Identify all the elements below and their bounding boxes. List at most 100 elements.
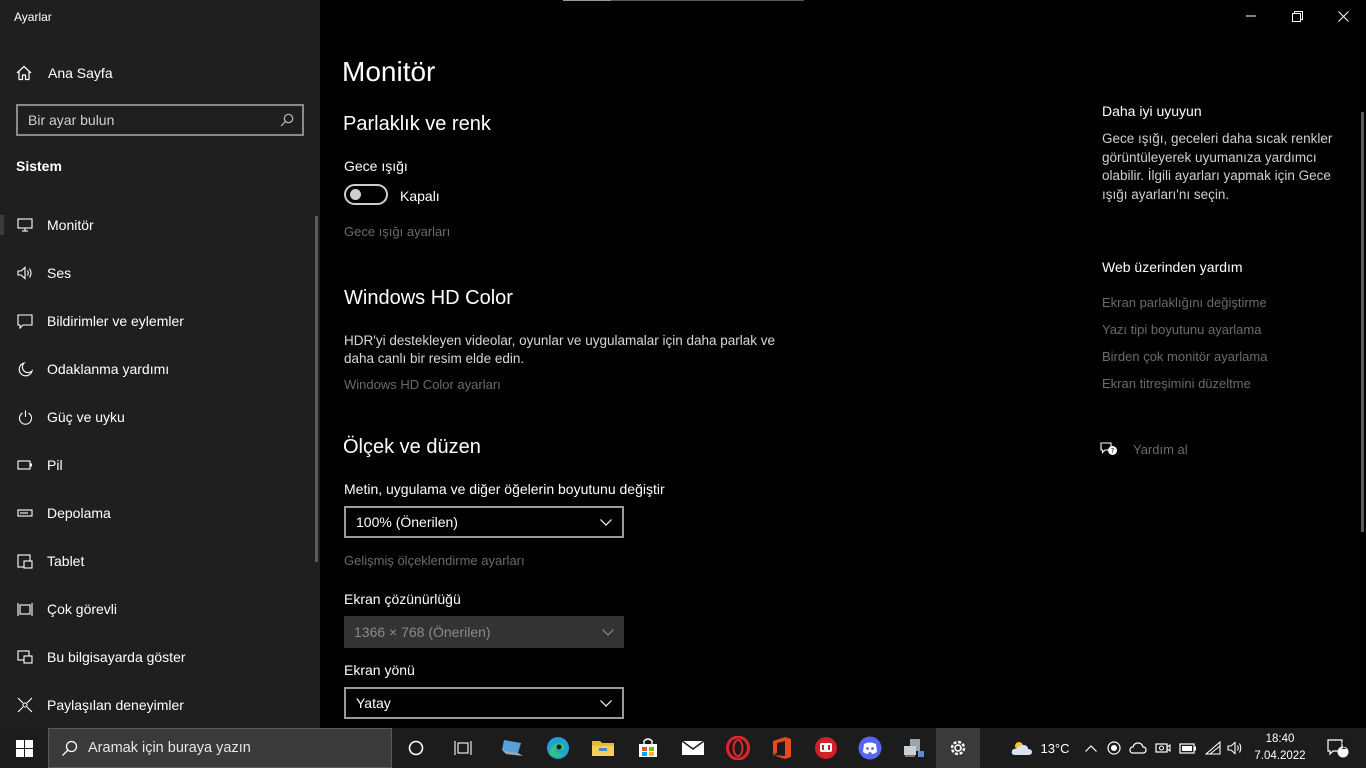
resolution-dropdown: 1366 × 768 (Önerilen) — [344, 616, 624, 648]
taskbar-app-edge[interactable] — [536, 728, 580, 768]
clock-time: 18:40 — [1265, 733, 1295, 745]
weather-widget[interactable]: 13°C — [1004, 728, 1076, 768]
hdr-description: HDR'yi destekleyen videolar, oyunlar ve … — [344, 333, 776, 366]
battery-icon — [16, 456, 34, 474]
sidebar-item-multitasking[interactable]: Çok görevli — [0, 585, 316, 633]
power-icon — [16, 408, 34, 426]
settings-search-input[interactable] — [28, 112, 280, 128]
task-view-button[interactable] — [441, 728, 485, 768]
storage-icon — [16, 504, 34, 522]
taskbar-search-box[interactable] — [48, 728, 392, 768]
home-label: Ana Sayfa — [48, 65, 113, 81]
restore-button[interactable] — [1274, 0, 1320, 32]
edge-icon — [547, 737, 569, 759]
sidebar-item-shared-experiences[interactable]: Paylaşılan deneyimler — [0, 681, 316, 729]
taskbar-app-network[interactable] — [892, 728, 936, 768]
dropdown-value: Yatay — [356, 695, 391, 711]
cortana-button[interactable] — [394, 728, 438, 768]
advanced-scaling-link[interactable]: Gelişmiş ölçeklendirme ayarları — [344, 553, 525, 568]
taskbar-app-laptop[interactable] — [491, 728, 535, 768]
taskbar-app-file-explorer[interactable] — [581, 728, 625, 768]
taskbar-app-mail[interactable] — [671, 728, 715, 768]
volume-icon — [1227, 741, 1242, 755]
cloud-sync-icon — [1129, 742, 1147, 754]
scale-size-dropdown[interactable]: 100% (Önerilen) — [344, 506, 624, 538]
game-app-icon — [815, 737, 837, 759]
brightness-heading: Parlaklık ve renk — [343, 113, 491, 135]
resolution-label: Ekran çözünürlüğü — [344, 591, 461, 607]
orientation-dropdown[interactable]: Yatay — [344, 687, 624, 719]
taskbar-app-opera[interactable] — [716, 728, 760, 768]
help-link[interactable]: Yazı tipi boyutunu ayarlama — [1102, 322, 1261, 337]
section-title: Sistem — [16, 158, 62, 174]
sidebar-item-power-sleep[interactable]: Güç ve uyku — [0, 393, 316, 441]
taskbar-app-game[interactable] — [804, 728, 848, 768]
help-link[interactable]: Birden çok monitör ayarlama — [1102, 349, 1267, 364]
minimize-button[interactable] — [1228, 0, 1274, 32]
main-scrollbar[interactable] — [1361, 112, 1364, 532]
toggle-knob — [350, 189, 361, 200]
show-hidden-icons-button[interactable] — [1082, 728, 1100, 768]
sidebar-scrollbar[interactable] — [315, 216, 318, 562]
monitor-icon — [16, 216, 34, 234]
opera-icon — [726, 736, 750, 760]
windows-logo-icon — [15, 739, 33, 757]
tray-battery-button[interactable] — [1177, 728, 1199, 768]
store-icon — [639, 738, 657, 757]
sidebar-item-label: Pil — [47, 457, 63, 473]
sidebar-item-focus-assist[interactable]: Odaklanma yardımı — [0, 345, 316, 393]
tablet-icon — [16, 552, 34, 570]
search-icon[interactable] — [280, 113, 294, 127]
settings-search-box[interactable] — [16, 104, 304, 136]
action-center-button[interactable]: 1 — [1318, 728, 1358, 768]
chevron-down-icon — [600, 518, 612, 526]
tray-wifi-button[interactable] — [1203, 728, 1223, 768]
night-light-toggle[interactable] — [344, 184, 388, 205]
search-icon — [62, 740, 78, 756]
sidebar-item-label: Bildirimler ve eylemler — [47, 313, 184, 329]
record-icon — [1107, 741, 1121, 755]
night-light-settings-link[interactable]: Gece ışığı ayarları — [344, 224, 450, 239]
tray-onedrive-button[interactable] — [1128, 728, 1148, 768]
tray-volume-button[interactable] — [1225, 728, 1245, 768]
sidebar-item-storage[interactable]: Depolama — [0, 489, 316, 537]
help-link[interactable]: Ekran titreşimini düzeltme — [1102, 376, 1251, 391]
sidebar-item-label: Paylaşılan deneyimler — [47, 697, 184, 713]
sidebar-item-label: Bu bilgisayarda göster — [47, 649, 186, 665]
start-button[interactable] — [0, 728, 48, 768]
taskbar-app-settings[interactable] — [936, 728, 980, 768]
chat-help-icon: ? — [1100, 442, 1117, 455]
file-explorer-icon — [592, 741, 614, 756]
sidebar-item-label: Depolama — [47, 505, 111, 521]
taskbar-app-store[interactable] — [626, 728, 670, 768]
hdr-settings-link[interactable]: Windows HD Color ayarları — [344, 377, 501, 392]
sidebar-item-battery[interactable]: Pil — [0, 441, 316, 489]
night-light-state: Kapalı — [400, 188, 440, 204]
help-link[interactable]: Ekran parlaklığını değiştirme — [1102, 295, 1267, 310]
close-button[interactable] — [1320, 0, 1366, 32]
hdr-heading: Windows HD Color — [344, 287, 513, 309]
sidebar-item-notifications[interactable]: Bildirimler ve eylemler — [0, 297, 316, 345]
get-help-link[interactable]: ? Yardım al — [1100, 441, 1188, 457]
taskbar-app-office[interactable] — [760, 728, 804, 768]
taskbar-search-input[interactable] — [88, 740, 378, 756]
taskbar-app-discord[interactable] — [848, 728, 892, 768]
sidebar-item-project[interactable]: Bu bilgisayarda göster — [0, 633, 316, 681]
sidebar-item-label: Ses — [47, 265, 72, 281]
taskbar-clock[interactable]: 18:40 7.04.2022 — [1250, 731, 1310, 765]
dropdown-value: 1366 × 768 (Önerilen) — [354, 624, 491, 640]
tray-record-button[interactable] — [1105, 728, 1123, 768]
sidebar-nav: Monitör Ses Bildirimler ve eylemler Odak… — [0, 201, 316, 729]
sidebar-item-sound[interactable]: Ses — [0, 249, 316, 297]
sidebar-item-tablet[interactable]: Tablet — [0, 537, 316, 585]
sidebar-item-label: Çok görevli — [47, 601, 118, 617]
orientation-label: Ekran yönü — [344, 662, 415, 678]
weather-cloud-icon — [1012, 742, 1033, 755]
home-link[interactable]: Ana Sayfa — [16, 62, 113, 84]
tray-camera-button[interactable] — [1153, 728, 1173, 768]
task-view-icon — [454, 741, 472, 755]
sidebar-item-monitor[interactable]: Monitör — [0, 201, 316, 249]
cortana-icon — [408, 740, 424, 756]
project-icon — [16, 648, 34, 666]
tip-title: Daha iyi uyuyun — [1102, 103, 1202, 119]
